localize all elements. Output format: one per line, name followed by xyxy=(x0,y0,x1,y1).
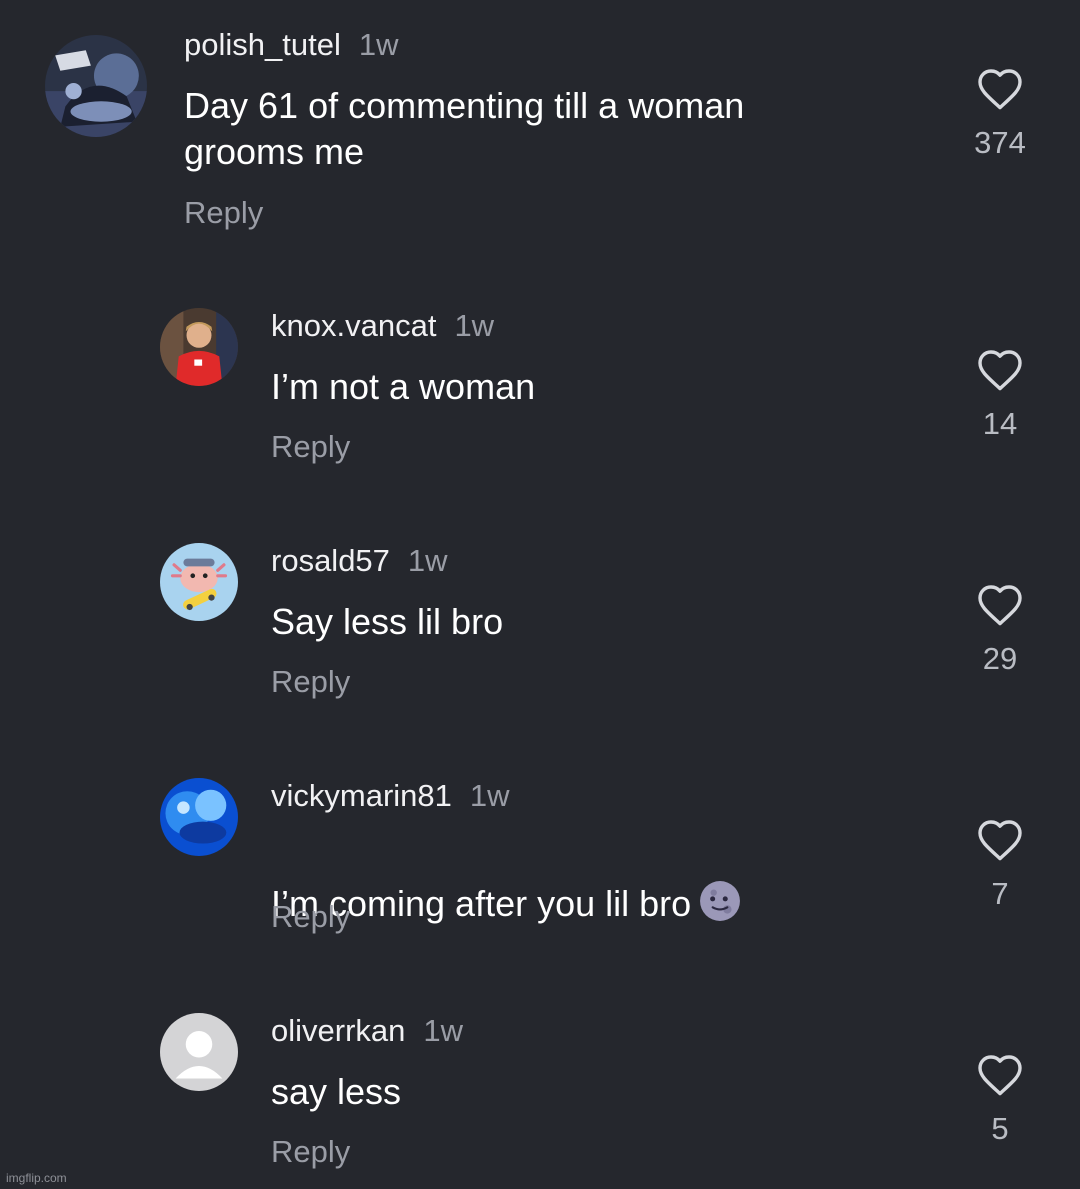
reply-button[interactable]: Reply xyxy=(271,1134,350,1170)
username[interactable]: polish_tutel xyxy=(184,27,341,62)
reply-button[interactable]: Reply xyxy=(271,899,350,935)
like-control: 5 xyxy=(950,1053,1050,1147)
timestamp: 1w xyxy=(454,308,495,343)
avatar[interactable] xyxy=(160,543,238,621)
like-count: 7 xyxy=(991,876,1009,911)
heart-icon[interactable] xyxy=(976,818,1024,862)
heart-icon[interactable] xyxy=(976,1053,1024,1097)
like-count: 5 xyxy=(991,1111,1009,1146)
timestamp: 1w xyxy=(423,1013,464,1048)
motorcycle-rider-avatar-image xyxy=(45,35,147,137)
comment-header: knox.vancat 1w xyxy=(271,308,494,344)
watermark: imgflip.com xyxy=(6,1171,67,1185)
comment-header: oliverrkan 1w xyxy=(271,1013,463,1049)
like-control: 29 xyxy=(950,583,1050,677)
new-moon-face-emoji xyxy=(700,881,741,921)
reply-button[interactable]: Reply xyxy=(271,429,350,465)
like-control: 14 xyxy=(950,348,1050,442)
username[interactable]: rosald57 xyxy=(271,543,390,578)
avatar[interactable] xyxy=(160,1013,238,1091)
like-count: 14 xyxy=(982,406,1018,441)
username[interactable]: vickymarin81 xyxy=(271,778,452,813)
comment-header: polish_tutel 1w xyxy=(184,27,398,63)
heart-icon[interactable] xyxy=(976,67,1024,111)
person-red-shirt-avatar-image xyxy=(160,308,238,386)
timestamp: 1w xyxy=(407,543,448,578)
default-avatar-image xyxy=(160,1013,238,1091)
comment-text: I’m not a woman xyxy=(271,366,536,407)
like-control: 7 xyxy=(950,818,1050,912)
like-count: 29 xyxy=(982,641,1018,676)
comment-header: vickymarin81 1w xyxy=(271,778,510,814)
timestamp: 1w xyxy=(469,778,510,813)
axolotl-skateboard-avatar-image xyxy=(160,543,238,621)
timestamp: 1w xyxy=(358,27,399,62)
username[interactable]: oliverrkan xyxy=(271,1013,405,1048)
blue-abstract-avatar-image xyxy=(160,778,238,856)
heart-icon[interactable] xyxy=(976,583,1024,627)
like-control: 374 xyxy=(950,67,1050,161)
like-count: 374 xyxy=(974,125,1026,160)
reply-button[interactable]: Reply xyxy=(184,195,263,231)
comment-header: rosald57 1w xyxy=(271,543,448,579)
avatar[interactable] xyxy=(45,35,147,137)
comment-text: Day 61 of commenting till a woman grooms… xyxy=(184,85,745,172)
heart-icon[interactable] xyxy=(976,348,1024,392)
comment-text: Say less lil bro xyxy=(271,601,504,642)
reply-button[interactable]: Reply xyxy=(271,664,350,700)
avatar[interactable] xyxy=(160,308,238,386)
comment-text: say less xyxy=(271,1071,402,1112)
username[interactable]: knox.vancat xyxy=(271,308,436,343)
avatar[interactable] xyxy=(160,778,238,856)
